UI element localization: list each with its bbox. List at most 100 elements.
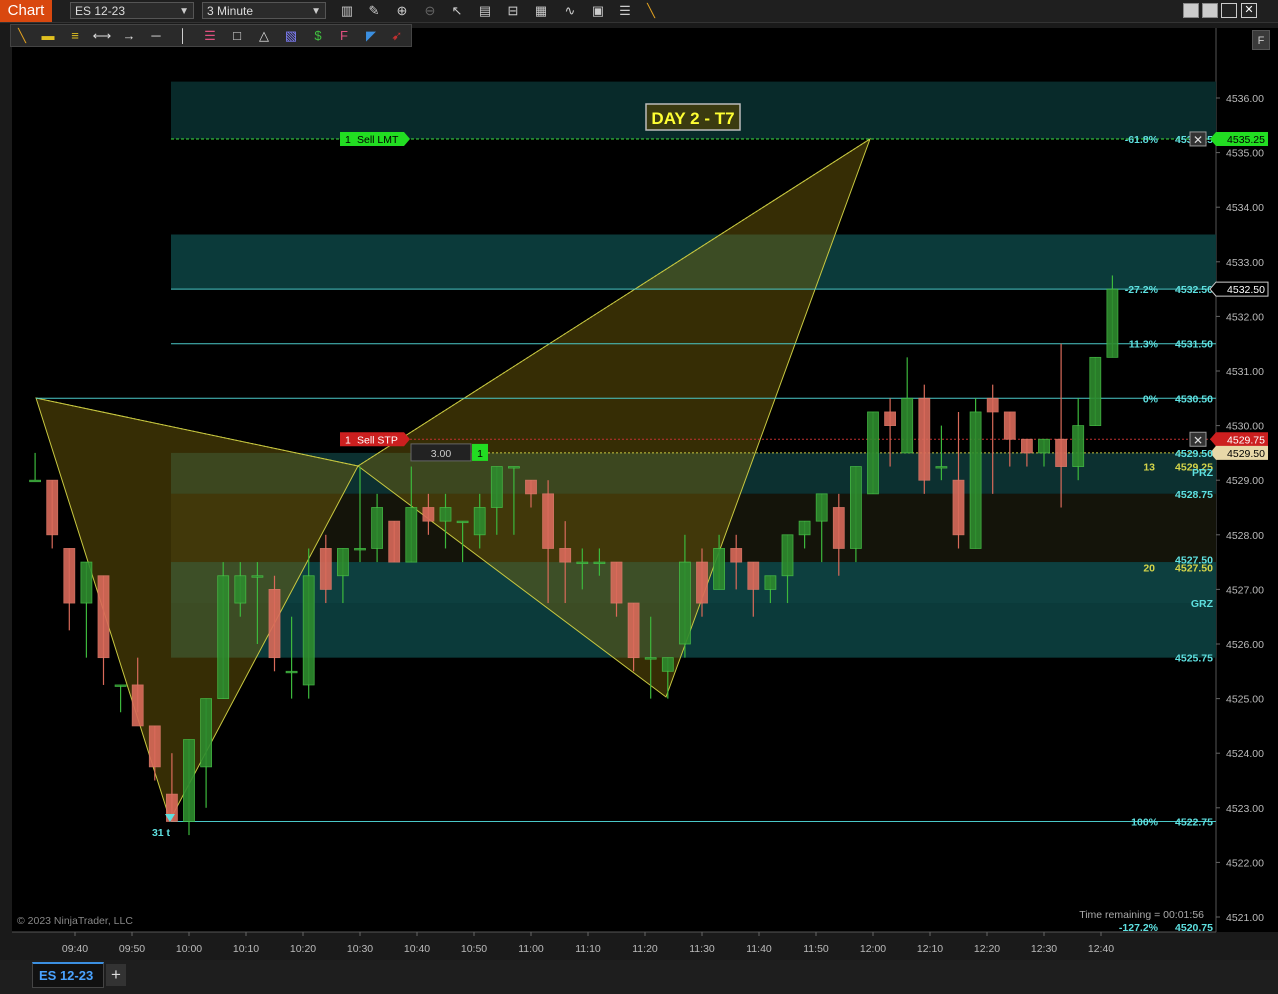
marker-icon[interactable]: ➹ — [386, 27, 408, 45]
candle-body[interactable] — [183, 739, 195, 822]
dollar-icon[interactable]: $ — [307, 27, 329, 45]
candle-body[interactable] — [336, 548, 349, 577]
fib-icon[interactable]: ≡ — [64, 27, 86, 45]
text-icon[interactable]: F — [333, 27, 355, 45]
candle-body[interactable] — [251, 575, 264, 578]
candle-body[interactable] — [901, 397, 914, 454]
candle-body[interactable] — [80, 561, 93, 604]
f-button[interactable]: F — [1252, 30, 1270, 50]
candle-body[interactable] — [456, 520, 469, 524]
candle-body[interactable] — [148, 725, 161, 768]
candle-body[interactable] — [200, 698, 213, 768]
close-icon[interactable]: ✕ — [1241, 3, 1257, 18]
candle-body[interactable] — [661, 657, 674, 672]
instrument-select[interactable]: ES 12-23 ▼ — [70, 2, 194, 19]
segment-icon[interactable]: ⟷ — [91, 27, 113, 45]
horizontal-line-icon[interactable]: ─ — [145, 27, 167, 45]
candle-body[interactable] — [679, 561, 691, 645]
candle-body[interactable] — [764, 575, 777, 590]
candle-body[interactable] — [131, 684, 144, 727]
candle-body[interactable] — [354, 548, 366, 551]
candle-body[interactable] — [371, 507, 384, 549]
candle-body[interactable] — [507, 466, 520, 469]
candle-body[interactable] — [217, 575, 230, 699]
add-tab-button[interactable]: + — [106, 964, 126, 986]
candle-body[interactable] — [1038, 438, 1050, 454]
minimize-icon[interactable] — [1183, 3, 1199, 18]
list-icon[interactable]: ☰ — [615, 2, 635, 20]
candle-body[interactable] — [935, 466, 948, 469]
region-icon[interactable]: ▧ — [280, 27, 302, 45]
candle-body[interactable] — [644, 657, 657, 660]
candle-body[interactable] — [114, 684, 127, 687]
candle-body[interactable] — [627, 602, 640, 659]
candle-body[interactable] — [439, 507, 452, 522]
candle-body[interactable] — [97, 575, 110, 659]
candle-body[interactable] — [884, 411, 896, 427]
candle-body[interactable] — [405, 507, 418, 563]
candle-body[interactable] — [832, 507, 845, 549]
candle-body[interactable] — [302, 575, 315, 686]
candle-body[interactable] — [285, 670, 298, 674]
rectangle-icon[interactable]: □ — [226, 27, 248, 45]
candle-body[interactable] — [798, 520, 811, 536]
candle-body[interactable] — [422, 507, 435, 522]
candle-body[interactable] — [815, 493, 828, 522]
candle-body[interactable] — [969, 411, 982, 549]
candle-body[interactable] — [781, 534, 794, 577]
pointer-icon[interactable]: ↖ — [447, 2, 467, 20]
maximize-icon[interactable] — [1221, 3, 1237, 18]
candle-body[interactable] — [388, 520, 401, 563]
candle-body[interactable] — [918, 397, 931, 481]
candle-body[interactable] — [1106, 288, 1119, 358]
candle-body[interactable] — [525, 479, 537, 495]
zoom-out-icon[interactable]: ⊖ — [420, 2, 440, 20]
candle-body[interactable] — [29, 479, 42, 483]
templates-icon[interactable]: ⊟ — [503, 2, 523, 20]
drawing-tools-icon[interactable]: ╲ — [641, 2, 661, 20]
candle-body[interactable] — [268, 589, 281, 659]
candle-body[interactable] — [593, 561, 606, 564]
interval-select[interactable]: 3 Minute ▼ — [202, 2, 326, 19]
data-box-icon[interactable]: ▤ — [475, 2, 495, 20]
candle-body[interactable] — [559, 548, 572, 563]
candle-body[interactable] — [234, 575, 247, 604]
price-chart[interactable]: -61.8% 4535.25 -27.2% 4532.50 11.3% 4531.50 0%… — [0, 24, 1278, 960]
candle-body[interactable] — [1089, 356, 1102, 427]
candle-body[interactable] — [1055, 438, 1067, 467]
candle-body[interactable] — [1003, 411, 1016, 440]
candle-body[interactable] — [63, 548, 76, 604]
arrow-icon[interactable]: ◤ — [360, 27, 382, 45]
bar-type-icon[interactable]: ▥ — [337, 2, 357, 20]
candle-body[interactable] — [952, 479, 965, 536]
candle-body[interactable] — [610, 561, 623, 604]
candle-body[interactable] — [490, 466, 503, 508]
candle-body[interactable] — [696, 561, 708, 604]
zoom-in-icon[interactable]: ⊕ — [392, 2, 412, 20]
pencil-icon[interactable]: ✎ — [364, 2, 384, 20]
candle-body[interactable] — [713, 548, 725, 590]
candle-body[interactable] — [986, 397, 999, 413]
restore-icon[interactable] — [1202, 3, 1218, 18]
channel-icon[interactable]: ☰ — [199, 27, 221, 45]
candle-body[interactable] — [1072, 425, 1085, 467]
candle-body[interactable] — [473, 507, 486, 536]
vertical-line-icon[interactable]: │ — [172, 27, 194, 45]
candle-body[interactable] — [576, 561, 589, 564]
candle-body[interactable] — [850, 466, 862, 549]
candle-body[interactable] — [747, 561, 760, 590]
candle-body[interactable] — [1021, 438, 1033, 454]
triangle-icon[interactable]: △ — [253, 27, 275, 45]
strategies-icon[interactable]: ▦ — [531, 2, 551, 20]
indicators-icon[interactable]: ∿ — [560, 2, 580, 20]
ruler-icon[interactable]: ▬ — [37, 27, 59, 45]
ray-icon[interactable]: → — [118, 27, 140, 45]
candle-body[interactable] — [319, 548, 332, 590]
line-tool-icon[interactable]: ╲ — [11, 27, 33, 45]
properties-icon[interactable]: ▣ — [588, 2, 608, 20]
candle-body[interactable] — [46, 479, 59, 536]
candle-body[interactable] — [730, 548, 743, 563]
candle-body[interactable] — [867, 411, 879, 495]
candle-body[interactable] — [542, 493, 554, 549]
tab-es-12-23[interactable]: ES 12-23 — [32, 962, 104, 988]
